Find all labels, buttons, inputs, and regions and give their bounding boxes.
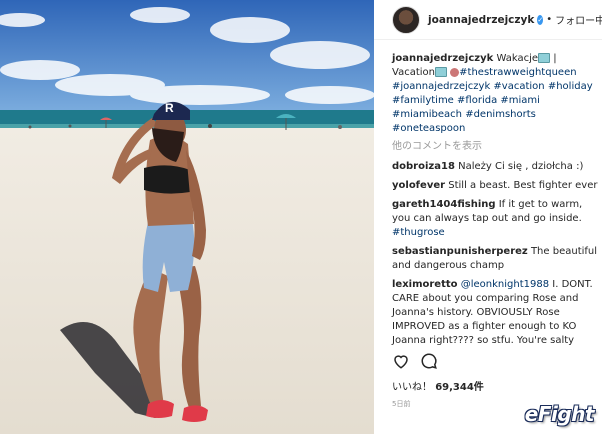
- beach-emoji-icon: [434, 67, 447, 77]
- avatar[interactable]: [392, 5, 420, 34]
- caption: joannajedrzejczyk Wakacje | Vacation #th…: [392, 52, 598, 136]
- post-side-panel: joannajedrzejczyk ✓ • フォロー中 joannajedrze…: [374, 0, 602, 434]
- hashtag[interactable]: #vacation: [493, 81, 544, 92]
- likes-count[interactable]: いいね！ 69,344件: [392, 378, 484, 393]
- comment-mention[interactable]: @leonknight1988: [461, 279, 549, 290]
- comment-text: Still a beast. Best fighter ever: [448, 180, 598, 191]
- following-button[interactable]: フォロー中: [555, 12, 602, 27]
- load-more-comments-link[interactable]: 他のコメントを表示: [392, 140, 598, 154]
- comment: dobroiza18 Należy Ci się , dziołcha :): [392, 160, 598, 174]
- header-username[interactable]: joannajedrzejczyk: [428, 14, 534, 26]
- comment-text: Należy Ci się , dziołcha :): [458, 161, 584, 172]
- comments-feed: joannajedrzejczyk Wakacje | Vacation #th…: [392, 52, 598, 353]
- post-header: joannajedrzejczyk ✓ • フォロー中: [374, 0, 602, 40]
- likes-label: いいね！: [392, 382, 432, 393]
- hashtag[interactable]: #florida: [457, 95, 497, 106]
- efight-watermark: eFight: [524, 402, 595, 426]
- post-age: 5日前: [392, 400, 411, 408]
- comment: leximoretto @leonknight1988 I. DONT. CAR…: [392, 278, 598, 348]
- hashtag[interactable]: #miami: [500, 95, 540, 106]
- speech-bubble-icon[interactable]: [420, 352, 438, 370]
- hashtag[interactable]: #thugrose: [392, 227, 445, 238]
- likes-number: 69,344件: [435, 382, 484, 393]
- header-separator: •: [546, 14, 553, 25]
- caption-text-1: Wakacje: [496, 53, 539, 64]
- post-actions: [392, 352, 438, 370]
- caption-username[interactable]: joannajedrzejczyk: [392, 53, 493, 64]
- hashtag[interactable]: #joannajedrzejczyk: [392, 81, 490, 92]
- post-photo[interactable]: R: [0, 0, 374, 434]
- comment-username[interactable]: yolofever: [392, 180, 445, 191]
- hashtag[interactable]: #oneteaspoon: [392, 123, 465, 134]
- hashtag[interactable]: #denimshorts: [465, 109, 536, 120]
- comment-username[interactable]: leximoretto: [392, 279, 458, 290]
- comment: gareth1404fishing If it get to warm, you…: [392, 198, 598, 240]
- hashtag[interactable]: #miamibeach: [392, 109, 462, 120]
- hashtag[interactable]: #familytime: [392, 95, 454, 106]
- comment: yolofever Still a beast. Best fighter ev…: [392, 179, 598, 193]
- verified-badge-icon: ✓: [537, 14, 544, 25]
- beach-photo-image: R: [0, 0, 374, 434]
- comment-username[interactable]: dobroiza18: [392, 161, 455, 172]
- hashtag[interactable]: #holiday: [548, 81, 593, 92]
- face-emoji-icon: [450, 67, 460, 77]
- comment-username[interactable]: sebastianpunisherperez: [392, 246, 528, 257]
- heart-icon[interactable]: [392, 352, 410, 370]
- comment: sebastianpunisherperez The beautiful and…: [392, 245, 598, 273]
- svg-text:R: R: [165, 101, 174, 115]
- hashtag[interactable]: #thestrawweightqueen: [459, 67, 576, 78]
- beach-emoji-icon: [538, 53, 551, 63]
- comment-username[interactable]: gareth1404fishing: [392, 199, 496, 210]
